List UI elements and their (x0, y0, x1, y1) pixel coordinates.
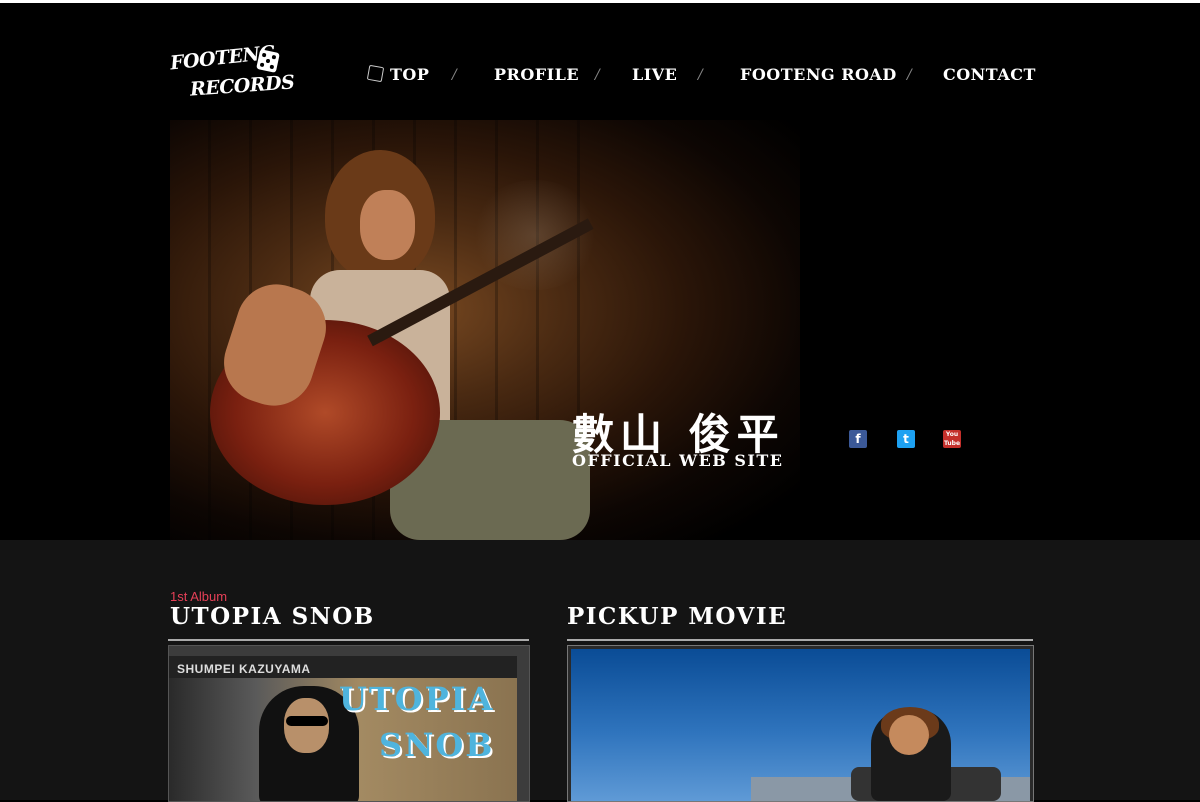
nav-separator: / (907, 67, 912, 83)
cube-icon (366, 64, 385, 83)
album-cover[interactable]: UTOPIA SNOB SHUMPEI KAZUYAMA (168, 645, 530, 802)
album-cover-logo-line2: SNOB (379, 726, 495, 765)
album-cover-logo: UTOPIA SNOB (339, 676, 494, 769)
nav-item-profile[interactable]: PROFILE (494, 65, 579, 84)
nav-item-top[interactable]: TOP (366, 64, 430, 84)
album-artist-label: SHUMPEI KAZUYAMA (177, 662, 311, 676)
youtube-glyph: You Tube (943, 431, 961, 447)
site-subtitle: OFFICIAL WEB SITE (572, 451, 784, 470)
nav-item-footeng-road[interactable]: FOOTENG ROAD (740, 65, 897, 84)
album-cover-logo-line1: UTOPIA (339, 680, 495, 718)
album-cover-art: UTOPIA SNOB SHUMPEI KAZUYAMA (169, 656, 517, 801)
nav-separator: / (595, 67, 600, 83)
pickup-movie-player[interactable] (567, 645, 1034, 802)
facebook-icon[interactable]: f (849, 430, 867, 448)
movie-thumbnail (571, 649, 1030, 801)
album-title: UTOPIA SNOB (170, 603, 375, 630)
main-nav: TOP / PROFILE / LIVE / FOOTENG ROAD / CO… (0, 64, 1200, 89)
twitter-glyph: t (903, 432, 909, 446)
site-header: FOOTENG RECORDS TOP / PROFILE / LIVE / F… (0, 3, 1200, 113)
movie-title-divider (567, 639, 1033, 641)
facebook-glyph: f (855, 432, 861, 446)
nav-item-contact[interactable]: CONTACT (943, 65, 1036, 84)
movie-title: PICKUP MOVIE (567, 603, 788, 630)
youtube-icon[interactable]: You Tube (943, 430, 961, 448)
nav-item-live[interactable]: LIVE (632, 65, 677, 84)
album-title-divider (168, 639, 529, 641)
hero-section: FOOTENG RECORDS TOP / PROFILE / LIVE / F… (0, 3, 1200, 540)
album-cover-photo: UTOPIA SNOB (169, 678, 517, 801)
nav-separator: / (452, 67, 457, 83)
album-kicker: 1st Album (170, 589, 228, 604)
twitter-icon[interactable]: t (897, 430, 915, 448)
nav-separator: / (698, 67, 703, 83)
nav-label-top: TOP (390, 65, 430, 84)
hero-photo (170, 120, 800, 540)
